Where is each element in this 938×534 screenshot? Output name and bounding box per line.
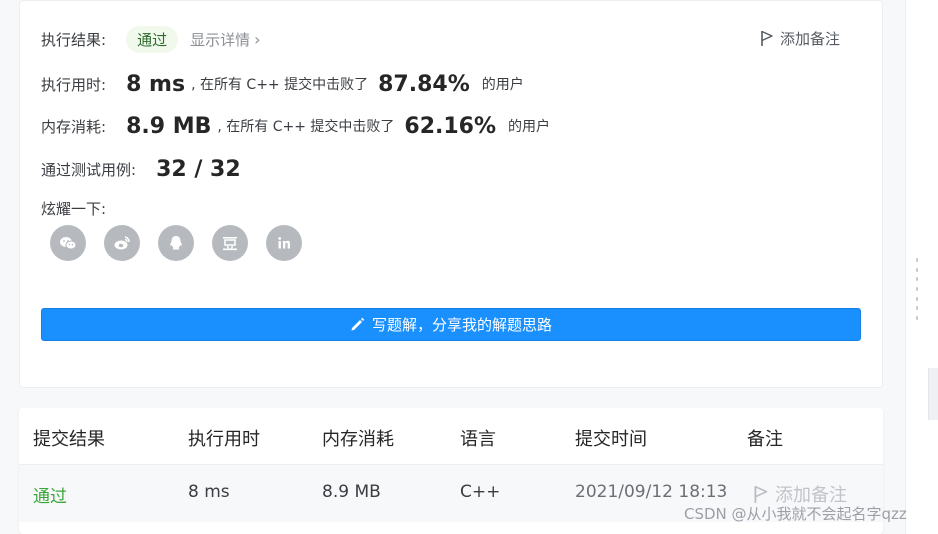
header-result: 提交结果 — [33, 429, 105, 450]
submission-result-card: 执行结果: 通过 显示详情 › 添加备注 执行用时: 8 ms , 在所有 C+… — [19, 0, 883, 388]
douban-icon — [223, 237, 237, 251]
share-weibo-button[interactable] — [104, 225, 140, 261]
header-note: 备注 — [747, 429, 783, 450]
write-solution-label: 写题解，分享我的解题思路 — [371, 316, 552, 334]
runtime-row: 执行用时: 8 ms , 在所有 C++ 提交中击败了 87.84% 的用户 — [41, 68, 524, 100]
linkedin-icon — [278, 237, 290, 249]
weibo-icon — [114, 236, 130, 250]
scrollbar[interactable] — [928, 368, 938, 420]
runtime-percent: 87.84% — [378, 71, 470, 97]
result-row: 执行结果: 通过 显示详情 › — [41, 25, 261, 53]
tests-value: 32 / 32 — [156, 156, 241, 182]
show-details-link[interactable]: 显示详情 › — [190, 29, 260, 50]
share-douban-button[interactable] — [212, 225, 248, 261]
header-submit-time: 提交时间 — [575, 429, 647, 450]
memory-value: 8.9 MB — [126, 113, 212, 139]
add-note-label: 添加备注 — [780, 30, 841, 48]
tests-label: 通过测试用例: — [41, 160, 137, 179]
add-note-button[interactable]: 添加备注 — [760, 28, 840, 49]
chevron-right-icon: › — [254, 29, 261, 49]
share-row-label: 炫耀一下: — [41, 197, 106, 219]
qq-icon — [170, 236, 182, 250]
share-qq-button[interactable] — [158, 225, 194, 261]
row-runtime: 8 ms — [188, 482, 230, 502]
runtime-prefix: , 在所有 C++ 提交中击败了 — [191, 77, 369, 93]
watermark-text: CSDN @从小我就不会起名字qzz — [684, 505, 907, 523]
share-label: 炫耀一下: — [41, 199, 107, 218]
header-memory: 内存消耗 — [322, 429, 394, 450]
memory-label: 内存消耗: — [41, 117, 107, 136]
runtime-value: 8 ms — [126, 71, 186, 97]
runtime-label: 执行用时: — [41, 75, 107, 94]
header-language: 语言 — [460, 429, 496, 450]
share-linkedin-button[interactable] — [266, 225, 302, 261]
right-panel-edge — [905, 0, 938, 534]
memory-suffix: 的用户 — [508, 119, 551, 135]
page: 执行结果: 通过 显示详情 › 添加备注 执行用时: 8 ms , 在所有 C+… — [0, 0, 938, 534]
show-details-label: 显示详情 — [190, 30, 251, 49]
share-buttons — [50, 225, 302, 261]
share-wechat-button[interactable] — [50, 225, 86, 261]
status-badge: 通过 — [126, 25, 179, 53]
memory-percent: 62.16% — [404, 113, 497, 139]
runtime-suffix: 的用户 — [481, 77, 524, 93]
header-runtime: 执行用时 — [188, 429, 260, 450]
row-language: C++ — [460, 482, 501, 502]
resize-handle[interactable] — [914, 258, 920, 320]
pencil-icon — [351, 317, 365, 331]
memory-row: 内存消耗: 8.9 MB , 在所有 C++ 提交中击败了 62.16% 的用户 — [41, 110, 550, 142]
flag-icon — [761, 30, 773, 46]
row-result-link[interactable]: 通过 — [33, 482, 67, 507]
table-header: 提交结果 执行用时 内存消耗 语言 提交时间 备注 — [19, 408, 883, 465]
memory-prefix: , 在所有 C++ 提交中击败了 — [217, 119, 395, 135]
wechat-icon — [60, 237, 77, 250]
row-submit-time: 2021/09/12 18:13 — [575, 482, 728, 502]
row-memory: 8.9 MB — [322, 482, 381, 502]
tests-row: 通过测试用例: 32 / 32 — [41, 153, 241, 185]
result-label: 执行结果: — [41, 30, 107, 49]
flag-icon — [754, 485, 768, 503]
write-solution-button[interactable]: 写题解，分享我的解题思路 — [41, 308, 861, 341]
